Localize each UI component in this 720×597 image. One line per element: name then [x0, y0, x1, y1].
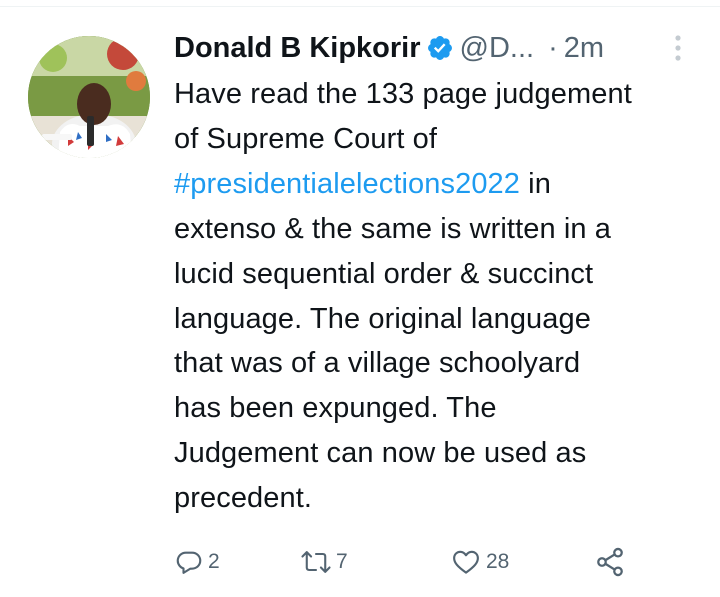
retweet-button[interactable]: 7: [300, 540, 348, 584]
reply-button[interactable]: 2: [174, 540, 220, 584]
tweet-text: Have read the 133 page judgement of Supr…: [174, 72, 704, 521]
author-display-name[interactable]: Donald B Kipkorir: [174, 32, 421, 65]
tweet-text-line: extenso & the same is written in a: [174, 212, 611, 245]
tweet-text-line: Judgement can now be used as: [174, 437, 587, 470]
tweet-text-line: #presidentialelections2022 in: [174, 162, 704, 207]
tweet-actions: 2 7 28: [174, 540, 644, 584]
share-button[interactable]: [594, 540, 626, 584]
tweet-text-fragment: in: [520, 167, 551, 200]
retweet-icon: [300, 547, 332, 577]
tweet-text-line: Have read the 133 page judgement: [174, 78, 632, 110]
tweet-text-line: that was of a village schoolyard: [174, 347, 581, 380]
tweet-header: Donald B Kipkorir @D... · 2m: [174, 26, 604, 70]
header-separator: ·: [548, 31, 558, 64]
tweet-text-line: of Supreme Court of: [174, 122, 438, 155]
avatar[interactable]: [28, 36, 150, 158]
tweet-text-line: has been expunged. The: [174, 392, 497, 425]
like-count: 28: [486, 550, 510, 573]
reply-icon: [174, 547, 204, 577]
avatar-image: [28, 36, 150, 158]
tweet-timestamp[interactable]: 2m: [564, 32, 604, 65]
verified-badge-icon: [426, 34, 454, 62]
reply-count: 2: [208, 550, 220, 573]
heart-icon: [450, 547, 482, 577]
tweet-text-line: language. The original language: [174, 302, 591, 335]
hashtag-link[interactable]: #presidentialelections2022: [174, 168, 520, 200]
tweet-text-line: lucid sequential order & succinct: [174, 257, 594, 290]
more-vertical-icon[interactable]: [668, 32, 688, 64]
share-icon: [594, 546, 626, 578]
tweet-text-line: precedent.: [174, 482, 313, 515]
retweet-count: 7: [336, 550, 348, 573]
like-button[interactable]: 28: [450, 540, 509, 584]
author-handle[interactable]: @D...: [460, 32, 535, 65]
tweet[interactable]: Donald B Kipkorir @D... · 2m Have read t…: [0, 0, 720, 597]
